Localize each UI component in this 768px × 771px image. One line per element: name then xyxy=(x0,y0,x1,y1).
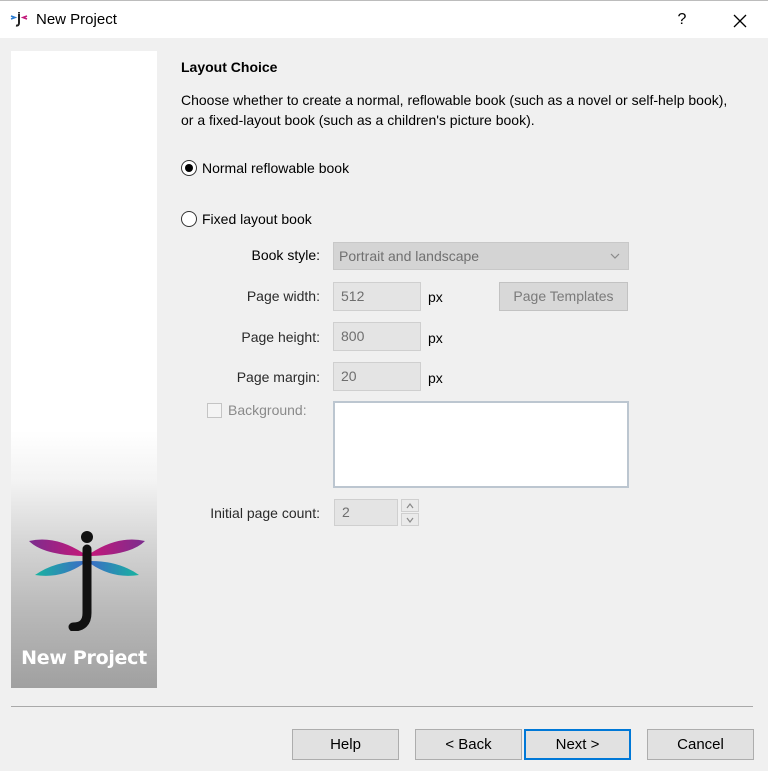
back-button[interactable]: < Back xyxy=(415,729,522,760)
chevron-down-icon xyxy=(406,517,414,523)
dragonfly-j-logo xyxy=(29,531,145,631)
help-button[interactable]: Help xyxy=(292,729,399,760)
chevron-down-icon xyxy=(610,253,620,259)
initial-page-count-label: Initial page count: xyxy=(210,505,320,521)
page-templates-button[interactable]: Page Templates xyxy=(499,282,628,311)
spin-up-button[interactable] xyxy=(401,499,419,512)
jutoh-app-icon xyxy=(9,11,29,28)
page-width-label: Page width: xyxy=(246,288,320,304)
side-banner-caption: New Project xyxy=(21,647,147,669)
book-style-select[interactable]: Portrait and landscape xyxy=(333,242,629,270)
background-preview-area[interactable] xyxy=(333,401,629,488)
close-button[interactable] xyxy=(722,4,758,36)
page-width-unit: px xyxy=(428,289,443,305)
book-style-label: Book style: xyxy=(251,247,320,263)
radio-fixed-layout[interactable]: Fixed layout book xyxy=(181,211,312,227)
context-help-button[interactable]: ? xyxy=(664,4,700,36)
window-title: New Project xyxy=(36,11,117,28)
radio-button-selected[interactable] xyxy=(181,160,197,176)
radio-button[interactable] xyxy=(181,211,197,227)
page-height-field[interactable]: 800 xyxy=(333,322,421,351)
radio-label: Fixed layout book xyxy=(202,211,312,227)
page-margin-label: Page margin: xyxy=(236,369,320,385)
radio-label: Normal reflowable book xyxy=(202,160,350,176)
chevron-up-icon xyxy=(406,503,414,509)
page-margin-field[interactable]: 20 xyxy=(333,362,421,391)
radio-normal-reflowable[interactable]: Normal reflowable book xyxy=(181,160,349,176)
background-checkbox[interactable] xyxy=(207,403,222,418)
initial-page-count-field[interactable]: 2 xyxy=(334,499,398,526)
page-margin-unit: px xyxy=(428,370,443,386)
background-label: Background: xyxy=(228,402,307,418)
page-title: Layout Choice xyxy=(181,59,278,75)
spin-down-button[interactable] xyxy=(401,513,419,526)
book-style-value: Portrait and landscape xyxy=(339,248,480,264)
title-bar: New Project ? xyxy=(0,0,768,38)
close-icon xyxy=(733,14,747,28)
wizard-side-banner: New Project xyxy=(11,51,157,688)
page-width-field[interactable]: 512 xyxy=(333,282,421,311)
footer-divider xyxy=(11,706,753,707)
page-description: Choose whether to create a normal, reflo… xyxy=(181,92,728,128)
page-height-unit: px xyxy=(428,330,443,346)
next-button[interactable]: Next > xyxy=(524,729,631,760)
page-height-label: Page height: xyxy=(241,329,320,345)
cancel-button[interactable]: Cancel xyxy=(647,729,754,760)
